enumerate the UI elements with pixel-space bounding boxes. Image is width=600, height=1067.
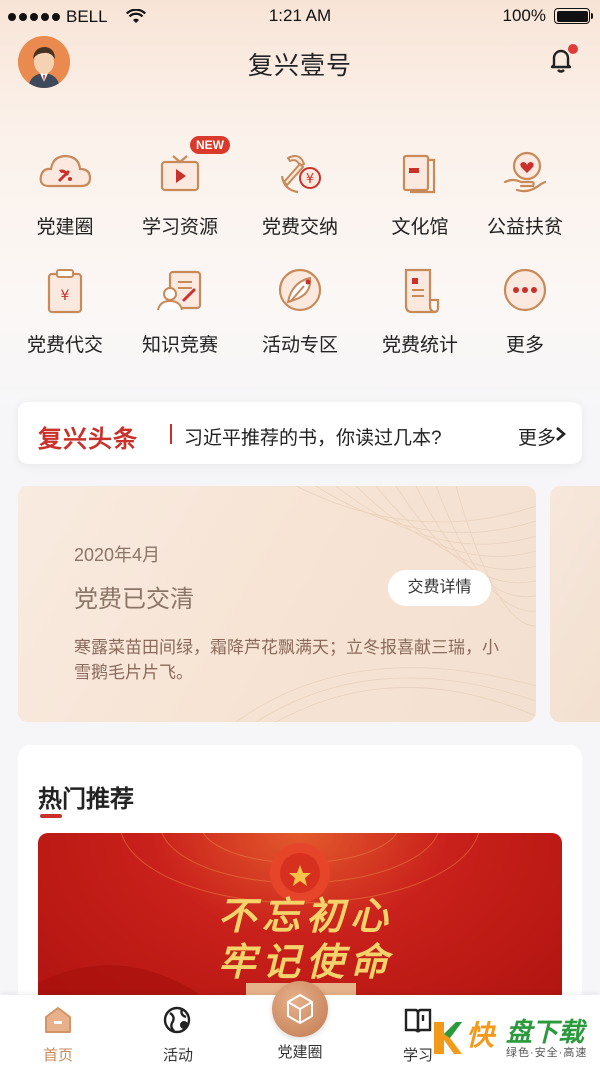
tab-label: 党建圈 — [277, 1044, 323, 1061]
party-emblem-yuan-icon: ¥ — [280, 155, 321, 194]
battery-icon — [554, 8, 593, 24]
banner-slogan-line: 不忘初心 — [218, 893, 395, 938]
grid-label: 公益扶贫 — [486, 217, 563, 238]
person-quiz-icon — [157, 270, 202, 311]
headline-bar[interactable]: 复兴头条 习近平推荐的书，你读过几本? 更多 — [18, 402, 582, 464]
grid-item-proxy-payment[interactable]: ¥ 党费代交 — [5, 260, 125, 357]
leaf-circle-icon — [278, 268, 322, 312]
grid-item-learning-resources[interactable]: NEW 学习资源 — [120, 136, 240, 239]
headline-brand: 复兴头条 — [38, 426, 138, 453]
grid-item-party-fee-payment[interactable]: ¥ 党费交纳 — [240, 142, 360, 239]
clipboard-yuan-icon: ¥ — [47, 269, 83, 314]
heart-hand-icon — [503, 151, 547, 193]
tab-home[interactable]: 首页 — [18, 1005, 98, 1065]
card-wave-pattern — [236, 486, 536, 722]
status-bar: BELL 1:21 AM 100% — [0, 0, 600, 32]
new-badge: NEW — [190, 136, 230, 154]
svg-text:¥: ¥ — [306, 172, 314, 187]
fee-month: 2020年4月 — [74, 545, 161, 565]
grid-label: 学习资源 — [141, 217, 218, 238]
grid-item-knowledge-contest[interactable]: 知识竞赛 — [120, 260, 240, 357]
chevron-right-icon — [556, 427, 566, 441]
receipt-icon — [404, 268, 440, 314]
tab-label: 活动 — [162, 1047, 193, 1064]
next-card-peek[interactable] — [550, 486, 600, 722]
fee-detail-button[interactable]: 交费详情 — [388, 570, 491, 606]
banner-slogan: 不忘初心 牢记使命 — [218, 893, 394, 985]
grid-label: 活动专区 — [261, 335, 338, 356]
watermark-subtitle: 绿色·安全·高速 — [506, 1047, 588, 1059]
tab-activity[interactable]: 活动 — [138, 1005, 218, 1065]
grid-label: 文化馆 — [391, 217, 449, 238]
book-icon — [402, 154, 436, 194]
app-header: 复兴壹号 — [0, 32, 600, 90]
tab-party-circle[interactable] — [272, 981, 328, 1037]
grid-label: 党费代交 — [26, 335, 103, 356]
grid-item-party-circle[interactable]: 党建圈 — [5, 142, 125, 239]
grid-item-charity[interactable]: 公益扶贫 — [465, 142, 585, 239]
page-title: 复兴壹号 — [247, 52, 352, 80]
globe-pin-icon — [163, 1006, 191, 1034]
notification-dot — [568, 44, 578, 54]
grid-label: 党费交纳 — [261, 217, 338, 238]
fee-status: 党费已交清 — [74, 586, 194, 613]
headline-more-link[interactable]: 更多 — [518, 423, 556, 450]
battery-status: 100% — [502, 6, 593, 26]
section-title: 热门推荐 — [38, 786, 134, 813]
headline-text[interactable]: 习近平推荐的书，你读过几本? — [184, 423, 442, 450]
grid-label: 党建圈 — [36, 217, 94, 238]
battery-percent: 100% — [502, 6, 546, 25]
grid-item-activity-zone[interactable]: 活动专区 — [240, 260, 360, 357]
watermark-char: 快 — [466, 1020, 495, 1051]
grid-label: 更多 — [505, 335, 544, 356]
grid-item-fee-statistics[interactable]: 党费统计 — [360, 260, 480, 357]
grid-item-more[interactable]: 更多 — [465, 260, 585, 357]
fee-poem: 寒露菜苗田间绿，霜降芦花飘满天；立冬报喜献三瑞，小雪鹅毛片片飞。 — [74, 638, 499, 682]
watermark-logo-icon — [434, 1022, 462, 1054]
grid-label: 党费统计 — [381, 335, 458, 356]
grid-label: 知识竞赛 — [141, 335, 218, 356]
party-fee-card[interactable]: 2020年4月 党费已交清 交费详情 寒露菜苗田间绿，霜降芦花飘满天；立冬报喜献… — [18, 486, 536, 722]
grid-item-culture-hall[interactable]: 文化馆 — [360, 142, 480, 239]
more-icon — [503, 268, 547, 312]
download-site-watermark: 快 盘下载 绿色·安全·高速 — [430, 1012, 600, 1062]
svg-text:¥: ¥ — [61, 288, 70, 304]
home-icon — [45, 1007, 71, 1033]
notification-button[interactable] — [546, 44, 578, 76]
cloud-party-icon — [39, 154, 92, 188]
banner-slogan-line: 牢记使命 — [218, 939, 395, 984]
headline-divider — [170, 424, 172, 444]
title-underline — [40, 814, 62, 818]
cube-icon — [287, 993, 313, 1025]
tab-label: 首页 — [42, 1047, 73, 1064]
